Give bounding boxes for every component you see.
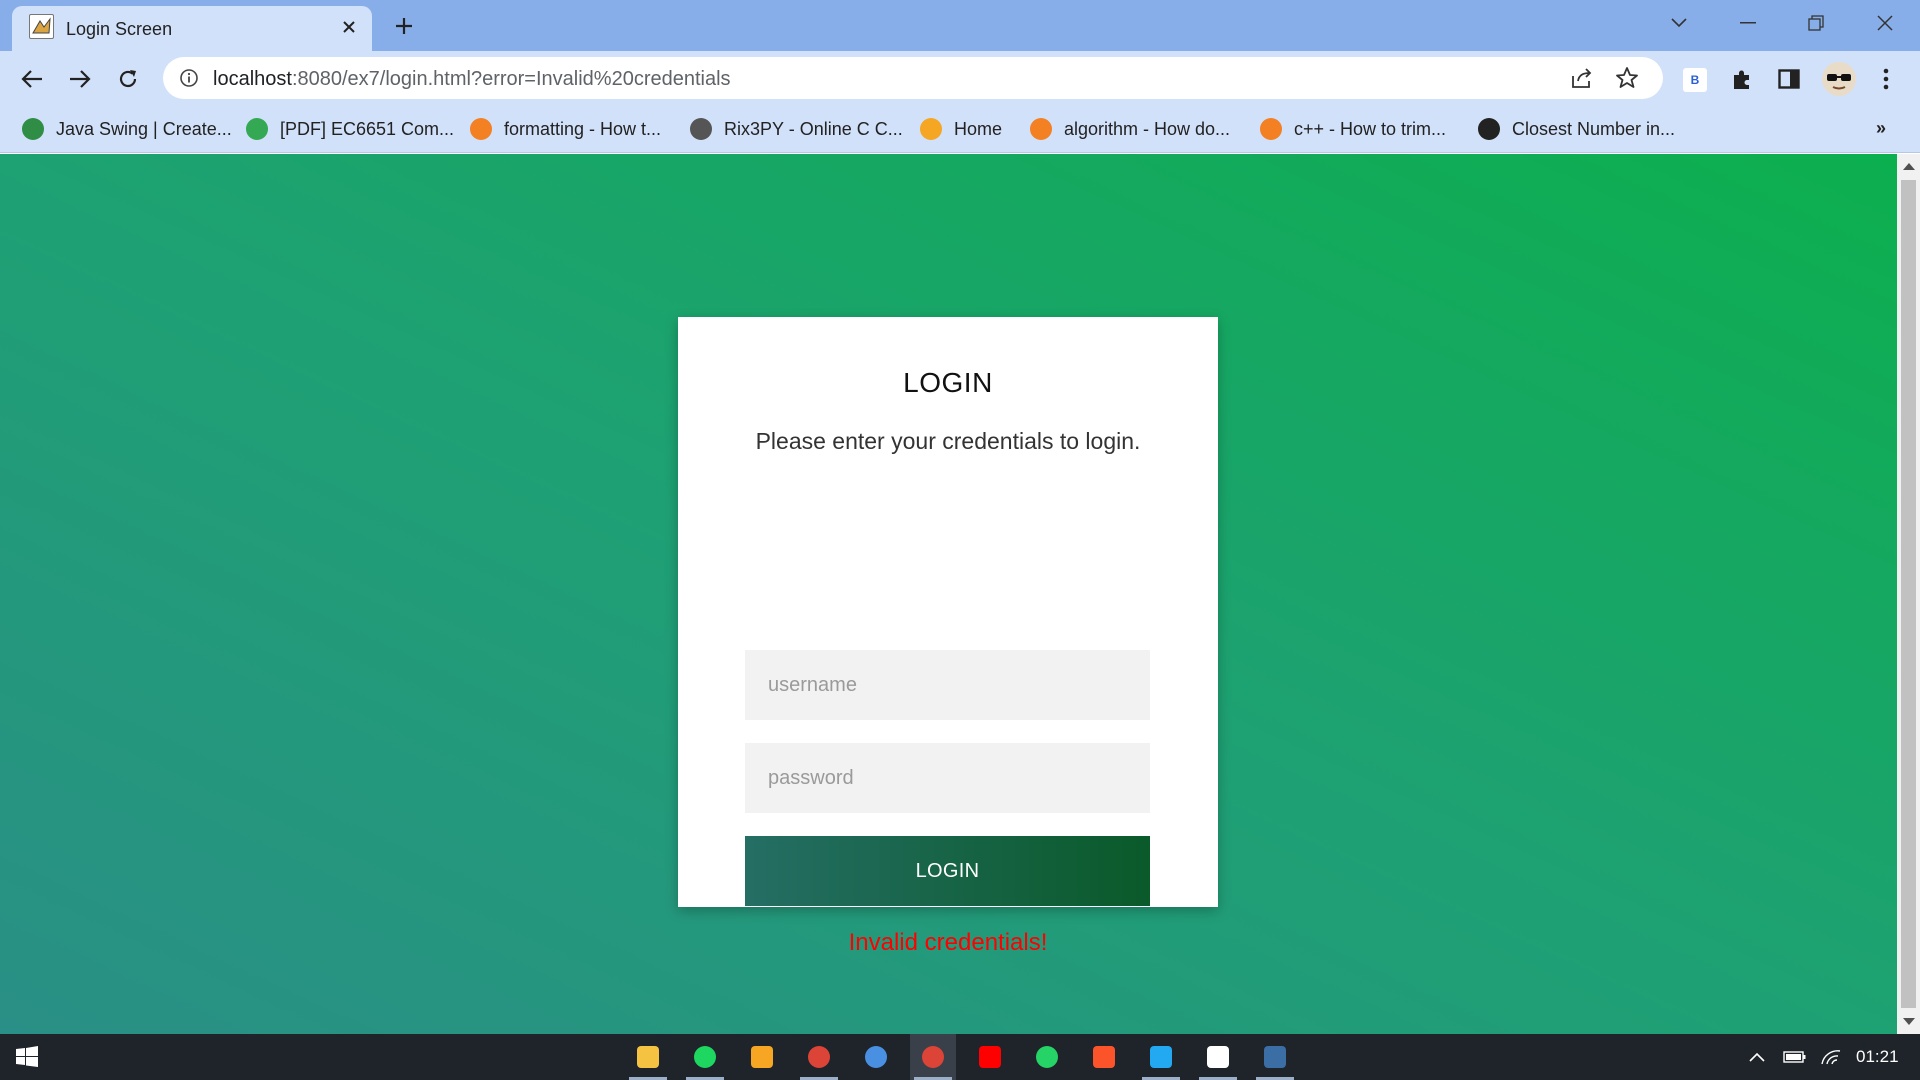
scroll-thumb[interactable]: [1901, 180, 1916, 1008]
new-tab-button[interactable]: [388, 10, 420, 42]
tab-title: Login Screen: [66, 19, 173, 39]
ideone-icon: [690, 118, 712, 140]
bookmark-item[interactable]: Home: [920, 116, 1002, 142]
share-icon[interactable]: [1569, 65, 1595, 91]
bookmark-item[interactable]: formatting - How t...: [470, 116, 661, 142]
bookmark-label: Home: [954, 118, 1003, 139]
site-info-icon[interactable]: [177, 66, 201, 90]
bookmark-item[interactable]: Java Swing | Create...: [22, 116, 232, 142]
stackoverflow-icon: [1030, 118, 1052, 140]
tray-chevron-up-icon[interactable]: [1746, 1046, 1768, 1068]
bookmark-item[interactable]: Closest Number in...: [1478, 116, 1675, 142]
extension-b-icon[interactable]: B: [1683, 68, 1707, 92]
password-input[interactable]: [745, 743, 1150, 813]
bookmark-item[interactable]: c++ - How to trim...: [1260, 116, 1446, 142]
tab-login-screen[interactable]: Login Screen: [12, 6, 372, 51]
scroll-up-arrow-icon[interactable]: [1903, 163, 1915, 170]
vscode-icon[interactable]: [1138, 1034, 1184, 1080]
bookmark-label: [PDF] EC6651 Com...: [280, 118, 455, 139]
bookmark-label: c++ - How to trim...: [1294, 118, 1447, 139]
chrome-active-icon[interactable]: [910, 1034, 956, 1080]
bookmark-label: formatting - How t...: [504, 118, 662, 139]
youtube-icon[interactable]: [967, 1034, 1013, 1080]
chrome-icon[interactable]: [796, 1034, 842, 1080]
globe-colorful-icon: [246, 118, 268, 140]
reload-icon[interactable]: [110, 61, 146, 97]
login-subtitle: Please enter your credentials to login.: [755, 428, 1141, 454]
windows-taskbar: 01:21: [0, 1034, 1920, 1080]
tomcat-favicon-icon: [29, 14, 54, 39]
browser-menu-icon[interactable]: [1868, 61, 1904, 97]
forward-arrow-icon[interactable]: [62, 61, 98, 97]
close-tab-icon[interactable]: [334, 12, 364, 42]
windows-start-icon[interactable]: [4, 1034, 50, 1080]
side-panel-icon[interactable]: [1771, 61, 1807, 97]
box-icon: [920, 118, 942, 140]
minimize-window-icon[interactable]: [1725, 6, 1771, 40]
bookmark-item[interactable]: [PDF] EC6651 Com...: [246, 116, 454, 142]
error-message: Invalid credentials!: [848, 929, 1048, 956]
bookmarks-bar: » Java Swing | Create... [PDF] EC6651 Com…: [0, 106, 1920, 153]
spotify-alt-icon[interactable]: [853, 1034, 899, 1080]
whatsapp-icon[interactable]: [1024, 1034, 1070, 1080]
login-button[interactable]: LOGIN: [745, 836, 1150, 906]
matlab-icon[interactable]: [739, 1034, 785, 1080]
brave-icon[interactable]: [1081, 1034, 1127, 1080]
url-host: localhost: [213, 68, 292, 90]
url-path: :8080/ex7/login.html?error=Invalid%20cre…: [291, 68, 731, 90]
restore-window-icon[interactable]: [1793, 6, 1839, 40]
address-bar[interactable]: localhost:8080/ex7/login.html?error=Inva…: [163, 57, 1663, 99]
terminal-icon[interactable]: [1252, 1034, 1298, 1080]
username-input[interactable]: [745, 650, 1150, 720]
scroll-down-arrow-icon[interactable]: [1903, 1018, 1915, 1025]
bookmarks-overflow-button[interactable]: »: [1876, 118, 1886, 139]
page-scrollbar[interactable]: [1897, 154, 1920, 1034]
taskbar-clock[interactable]: 01:21: [1856, 1047, 1899, 1067]
url-text[interactable]: localhost:8080/ex7/login.html?error=Inva…: [213, 68, 731, 91]
extensions-puzzle-icon[interactable]: [1724, 61, 1760, 97]
stackoverflow-icon: [470, 118, 492, 140]
bookmark-item[interactable]: Rix3PY - Online C C...: [690, 116, 903, 142]
bookmark-label: Closest Number in...: [1512, 118, 1676, 139]
back-arrow-icon[interactable]: [14, 61, 50, 97]
close-window-icon[interactable]: [1862, 6, 1908, 40]
bookmark-star-icon[interactable]: [1614, 65, 1640, 91]
login-title: LOGIN: [903, 367, 993, 398]
bookmark-label: Java Swing | Create...: [56, 118, 232, 139]
stackoverflow-icon: [1260, 118, 1282, 140]
file-explorer-icon[interactable]: [625, 1034, 671, 1080]
wifi-icon[interactable]: [1818, 1046, 1844, 1068]
bookmark-label: Rix3PY - Online C C...: [724, 118, 903, 139]
page-background: LOGIN Please enter your credentials to l…: [0, 154, 1897, 1034]
bookmark-label: algorithm - How do...: [1064, 118, 1231, 139]
bookmark-item[interactable]: algorithm - How do...: [1030, 116, 1230, 142]
profile-avatar[interactable]: [1822, 62, 1856, 96]
battery-icon[interactable]: [1782, 1046, 1808, 1068]
globe-dark-icon: [1478, 118, 1500, 140]
browser-toolbar: localhost:8080/ex7/login.html?error=Inva…: [0, 51, 1920, 106]
geeksforgeeks-icon: [22, 118, 44, 140]
tab-search-chevron-icon[interactable]: [1656, 6, 1702, 40]
settings-icon[interactable]: [1195, 1034, 1241, 1080]
tab-strip: Login Screen: [0, 0, 1920, 51]
spotify-icon[interactable]: [682, 1034, 728, 1080]
login-card: LOGIN Please enter your credentials to l…: [678, 317, 1218, 956]
